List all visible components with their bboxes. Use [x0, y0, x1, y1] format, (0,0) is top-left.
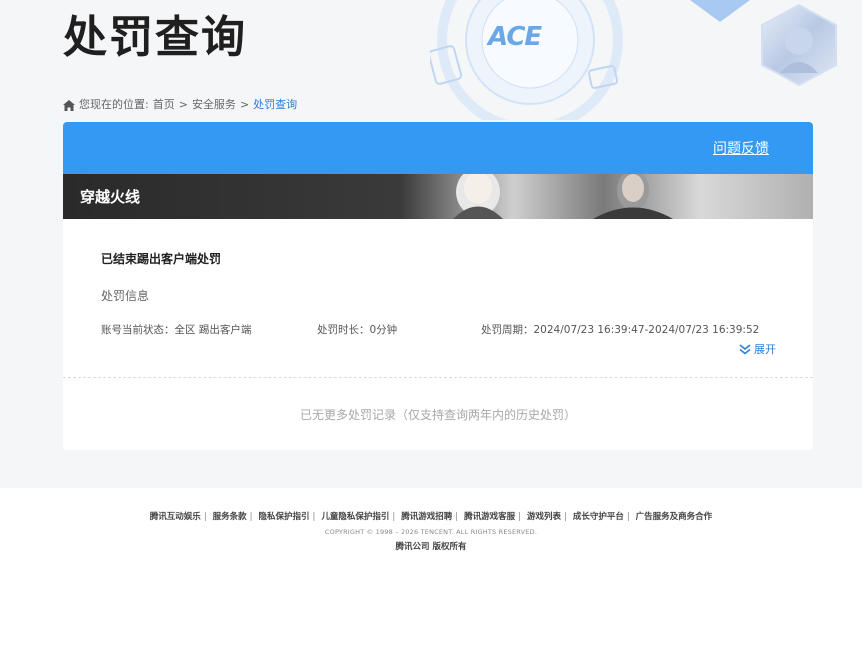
footer-divider: | [518, 512, 521, 522]
double-chevron-down-icon [739, 343, 751, 355]
breadcrumb-current: 处罚查询 [253, 98, 298, 111]
footer-link[interactable]: 腾讯游戏招聘 [401, 512, 452, 522]
penalty-card: 问题反馈 穿越火线 已结束踢出客户端处罚 处罚信息 账号当前状态：全区 踢出客户… [63, 122, 813, 450]
footer-divider: | [455, 512, 459, 522]
footer-divider: | [563, 512, 567, 522]
ace-logo-decoration [430, 0, 623, 120]
game-name: 穿越火线 [80, 188, 141, 206]
breadcrumb-prefix: 您现在的位置: [79, 98, 149, 111]
footer-link[interactable]: 游戏列表 [527, 512, 561, 522]
feedback-link[interactable]: 问题反馈 [713, 138, 769, 158]
footer-link[interactable]: 儿童隐私保护指引 [321, 512, 389, 522]
breadcrumb: 您现在的位置: 首页 > 安全服务 > 处罚查询 [63, 97, 297, 113]
home-icon [63, 99, 75, 111]
record-period: 处罚周期：2024/07/23 16:39:47-2024/07/23 16:3… [481, 324, 760, 336]
footer-divider: | [392, 512, 396, 522]
record-title: 已结束踢出客户端处罚 [101, 252, 222, 266]
footer-link[interactable]: 成长守护平台 [573, 512, 624, 522]
expand-button[interactable]: 展开 [739, 341, 776, 357]
copyright: COPYRIGHT © 1998 – 2026 TENCENT. ALL RIG… [324, 528, 538, 536]
footer-divider: | [312, 512, 316, 522]
game-characters-art [453, 174, 673, 219]
footer-divider: | [203, 512, 207, 522]
breadcrumb-home-link[interactable]: 首页 [153, 97, 175, 113]
game-banner: 穿越火线 [63, 174, 813, 219]
top-area: ACE 处罚查询 您现在的位置: 首页 > 安全服务 > 处罚查询 问题反馈 穿… [0, 0, 862, 488]
footer-link[interactable]: 隐私保护指引 [259, 512, 310, 522]
footer-link[interactable]: 腾讯游戏客服 [464, 512, 515, 522]
footer-link[interactable]: 服务条款 [213, 512, 247, 522]
page-title: 处罚查询 [63, 12, 247, 63]
record-info-label: 处罚信息 [101, 289, 150, 303]
company-notice: 腾讯公司 版权所有 [395, 542, 467, 552]
record-status: 账号当前状态：全区 踢出客户端 [101, 324, 252, 336]
expand-label: 展开 [754, 343, 776, 356]
diamond-decoration [690, 0, 750, 22]
ace-logo: ACE [488, 22, 542, 52]
footer-link[interactable]: 广告服务及商务合作 [636, 512, 713, 522]
breadcrumb-separator: > [239, 98, 250, 111]
card-header: 问题反馈 [63, 122, 813, 174]
breadcrumb-separator: > [178, 98, 188, 111]
footer-links: 腾讯互动娱乐 | 服务条款 | 隐私保护指引 | 儿童隐私保护指引 | 腾讯游戏招聘 | … [0, 510, 862, 522]
penalty-record [63, 219, 813, 378]
no-more-records: 已无更多处罚记录（仅支持查询两年内的历史处罚） [299, 408, 576, 422]
footer-link[interactable]: 腾讯互动娱乐 [150, 512, 201, 522]
footer-divider: | [626, 512, 630, 522]
breadcrumb-security-link[interactable]: 安全服务 [192, 97, 236, 113]
footer-divider: | [249, 512, 253, 522]
character-avatar-decoration [761, 3, 837, 87]
record-duration: 处罚时长：0分钟 [317, 324, 398, 336]
